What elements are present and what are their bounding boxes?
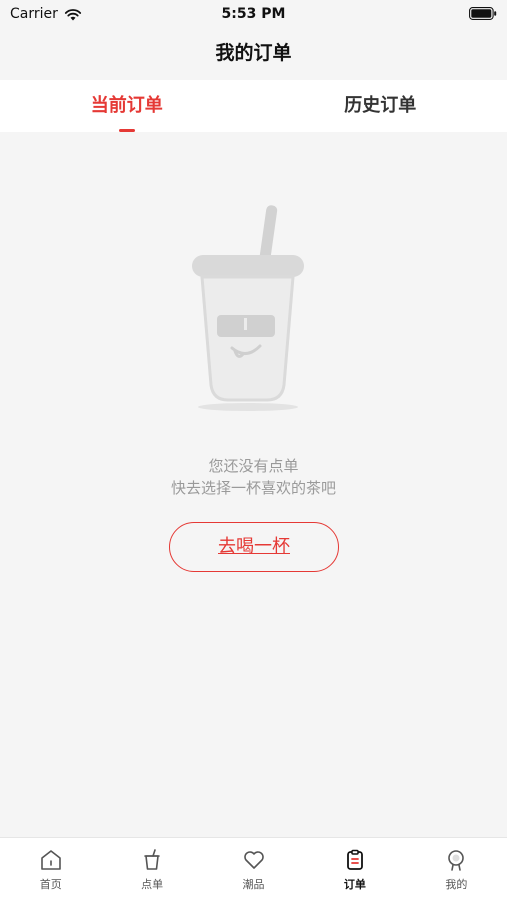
empty-message-line1: 您还没有点单 [208, 457, 299, 475]
go-drink-button-label: 去喝一杯 [218, 536, 290, 557]
tabbar-label-home: 首页 [39, 878, 62, 891]
active-tab-indicator [118, 129, 135, 132]
go-drink-button[interactable]: 去喝一杯 [169, 522, 339, 572]
tabbar-item-home[interactable]: 首页 [0, 838, 101, 900]
tab-history-orders-label: 历史订单 [344, 95, 417, 116]
profile-icon [448, 850, 465, 871]
battery-icon [469, 7, 497, 20]
empty-message-line2: 快去选择一杯喜欢的茶吧 [170, 479, 336, 497]
tabbar-label-trends: 潮品 [242, 878, 265, 891]
tabbar-label-orders: 订单 [343, 878, 366, 891]
bottom-tab-bar: 首页 点单 潮品 订单 我的 [0, 837, 507, 900]
tabbar-label-profile: 我的 [445, 878, 468, 891]
empty-cup-illustration [192, 205, 304, 411]
status-time: 5:53 PM [221, 6, 286, 22]
tabbar-item-orders[interactable]: 订单 [304, 838, 405, 900]
order-tabs: 当前订单 历史订单 [0, 80, 507, 132]
tab-current-orders[interactable]: 当前订单 [0, 80, 254, 132]
tabbar-item-order-now[interactable]: 点单 [101, 838, 202, 900]
nav-bar: 我的订单 [0, 28, 507, 80]
tab-history-orders[interactable]: 历史订单 [254, 80, 507, 132]
tabbar-item-profile[interactable]: 我的 [406, 838, 507, 900]
tabbar-item-trends[interactable]: 潮品 [203, 838, 304, 900]
cup-icon [144, 849, 160, 870]
tab-current-orders-label: 当前订单 [90, 95, 163, 116]
home-icon [40, 850, 61, 870]
tabbar-label-order-now: 点单 [141, 878, 164, 891]
order-icon [347, 849, 363, 870]
page-title: 我的订单 [215, 42, 292, 64]
status-bar: Carrier 5:53 PM [0, 0, 507, 28]
heart-icon [243, 851, 264, 869]
